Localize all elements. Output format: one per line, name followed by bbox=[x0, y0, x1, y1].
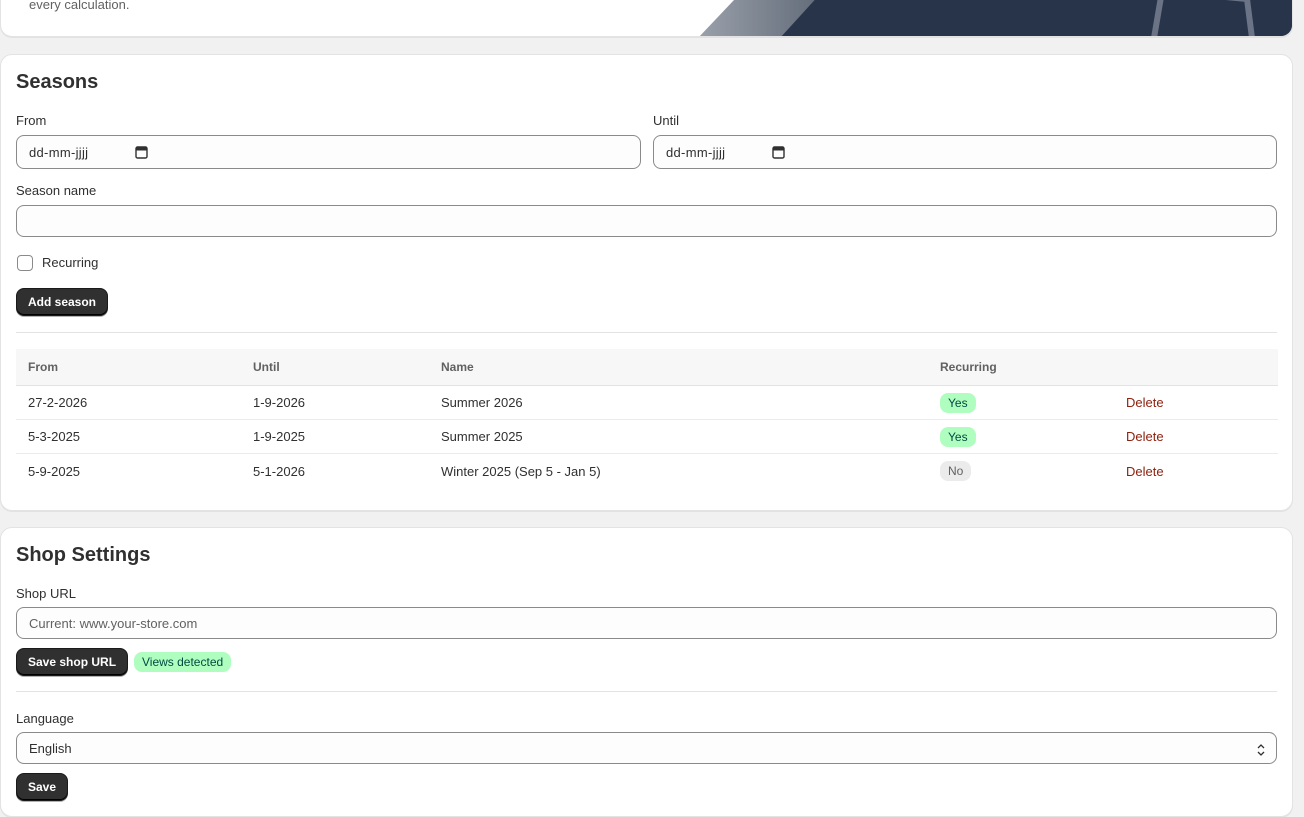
from-date-input[interactable]: dd-mm-jjjj bbox=[16, 135, 641, 169]
save-shop-url-button[interactable]: Save shop URL bbox=[16, 648, 129, 676]
delete-button[interactable]: Delete bbox=[1126, 429, 1164, 444]
header-until: Until bbox=[253, 360, 280, 374]
season-name-label: Season name bbox=[16, 183, 97, 198]
add-season-button[interactable]: Add season bbox=[16, 288, 109, 316]
table-header: From Until Name Recurring bbox=[16, 349, 1278, 386]
shop-settings-title: Shop Settings bbox=[16, 544, 151, 566]
save-button[interactable]: Save bbox=[16, 773, 69, 801]
shop-url-placeholder: Current: www.your-store.com bbox=[29, 615, 198, 631]
shop-url-input[interactable]: Current: www.your-store.com bbox=[16, 607, 1277, 639]
recurring-badge: Yes bbox=[940, 426, 976, 447]
chevron-up-down-icon bbox=[1257, 744, 1265, 756]
table-row: 5-9-2025 5-1-2026 Winter 2025 (Sep 5 - J… bbox=[16, 454, 1278, 488]
season-name-input[interactable] bbox=[16, 205, 1277, 237]
recurring-checkbox[interactable] bbox=[17, 255, 33, 271]
row-name: Winter 2025 (Sep 5 - Jan 5) bbox=[441, 463, 601, 479]
language-value: English bbox=[29, 740, 72, 756]
hero-text: every calculation. bbox=[29, 0, 130, 12]
until-date-input[interactable]: dd-mm-jjjj bbox=[653, 135, 1277, 169]
row-from: 5-3-2025 bbox=[28, 429, 81, 444]
seasons-title: Seasons bbox=[16, 71, 99, 93]
delete-button[interactable]: Delete bbox=[1126, 395, 1164, 410]
row-name: Summer 2026 bbox=[441, 395, 523, 410]
row-name: Summer 2025 bbox=[441, 429, 523, 444]
seasons-card: Seasons From dd-mm-jjjj Until dd-mm-jjjj… bbox=[0, 54, 1293, 511]
row-until: 5-1-2026 bbox=[253, 463, 306, 479]
recurring-label: Recurring bbox=[42, 255, 99, 270]
shop-url-label: Shop URL bbox=[16, 586, 76, 601]
views-detected-badge: Views detected bbox=[134, 652, 232, 672]
calendar-icon[interactable] bbox=[772, 145, 785, 159]
until-date-value: dd-mm-jjjj bbox=[666, 144, 726, 160]
language-select[interactable]: English bbox=[16, 732, 1277, 764]
header-from: From bbox=[28, 360, 58, 374]
seasons-table: From Until Name Recurring 27-2-2026 1-9-… bbox=[16, 349, 1278, 488]
language-label: Language bbox=[16, 711, 74, 726]
divider bbox=[16, 691, 1277, 692]
delete-button[interactable]: Delete bbox=[1126, 464, 1164, 479]
recurring-badge: No bbox=[940, 461, 972, 481]
until-label: Until bbox=[653, 113, 680, 128]
row-from: 5-9-2025 bbox=[28, 463, 81, 479]
calendar-icon[interactable] bbox=[135, 145, 148, 159]
header-name: Name bbox=[441, 360, 474, 374]
hero-illustration bbox=[699, 0, 1292, 36]
header-recurring: Recurring bbox=[940, 360, 997, 374]
shop-settings-card: Shop Settings Shop URL Current: www.your… bbox=[0, 527, 1293, 817]
recurring-badge: Yes bbox=[940, 392, 976, 413]
hero-card: every calculation. bbox=[0, 0, 1293, 37]
table-row: 27-2-2026 1-9-2026 Summer 2026 Yes Delet… bbox=[16, 386, 1278, 420]
from-date-value: dd-mm-jjjj bbox=[29, 144, 89, 160]
row-until: 1-9-2025 bbox=[253, 429, 306, 444]
row-until: 1-9-2026 bbox=[253, 395, 306, 410]
row-from: 27-2-2026 bbox=[28, 395, 88, 410]
table-row: 5-3-2025 1-9-2025 Summer 2025 Yes Delete bbox=[16, 420, 1278, 454]
from-label: From bbox=[16, 113, 47, 128]
divider bbox=[16, 332, 1277, 333]
